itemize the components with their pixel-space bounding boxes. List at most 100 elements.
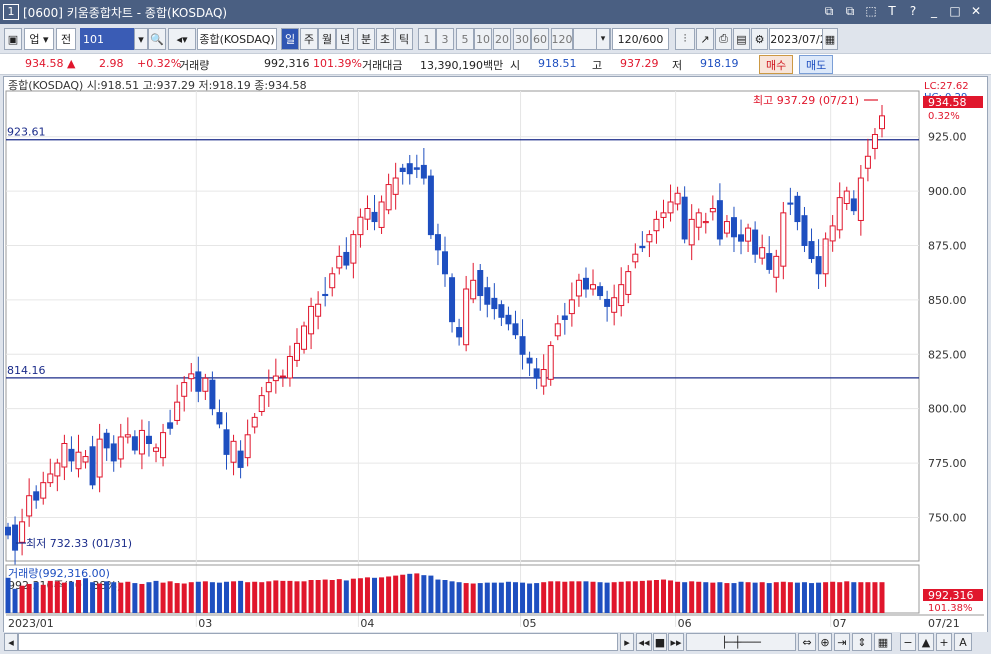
period-button-6[interactable]: 틱 — [395, 28, 413, 50]
copy-window-icon[interactable]: ⧉ — [843, 4, 857, 19]
window-controls: ⧉ ⧉ ⬚ T ? _ □ ✕ — [822, 4, 983, 19]
link-icon[interactable]: ⇔ — [798, 633, 816, 651]
candle-body — [40, 482, 47, 499]
candle-body — [420, 164, 427, 179]
candle-body — [695, 212, 702, 228]
volume-bar — [47, 580, 53, 613]
print-icon[interactable]: ⎙ — [715, 28, 732, 50]
chart-panel[interactable]: 종합(KOSDAQ) 시:918.51 고:937.29 저:918.19 종:… — [3, 76, 988, 633]
candle-body — [801, 215, 808, 246]
period-select[interactable]: 전 — [56, 28, 76, 50]
candle-body — [308, 305, 315, 335]
link-window-icon[interactable]: ⧉ — [822, 4, 836, 19]
prev-icon[interactable]: ◂◂ — [636, 633, 652, 651]
interval-button-1[interactable]: 3 — [436, 28, 454, 50]
volume-bar — [703, 582, 709, 613]
interval-button-6[interactable]: 60 — [531, 28, 549, 50]
candle-body — [632, 253, 639, 263]
period-button-4[interactable]: 분 — [357, 28, 375, 50]
interval-dropdown-icon[interactable]: ▾ — [596, 28, 610, 50]
period-button-3[interactable]: 년 — [336, 28, 354, 50]
buy-button[interactable]: 매수 — [759, 55, 794, 74]
sell-button[interactable]: 매도 — [799, 55, 834, 74]
settings-icon[interactable]: ⚙ — [751, 28, 768, 50]
volume-bar — [520, 582, 526, 613]
next-icon[interactable]: ▸▸ — [668, 633, 684, 651]
volume-bar — [407, 573, 413, 613]
candle-body — [836, 197, 843, 231]
volume-bar — [477, 583, 483, 613]
volume-bar — [372, 577, 378, 613]
volume-bar — [315, 580, 321, 613]
fit-icon[interactable]: A — [954, 633, 972, 651]
candle-body — [456, 327, 463, 338]
close-icon[interactable]: ✕ — [969, 4, 983, 19]
interval-button-0[interactable]: 1 — [418, 28, 436, 50]
volume-bar — [308, 580, 314, 613]
candle-body — [33, 491, 40, 501]
zoom-slider[interactable]: ├─┼─── — [686, 633, 796, 651]
candle-body — [519, 336, 526, 355]
save-icon[interactable]: ▤ — [733, 28, 750, 50]
candle-body — [124, 434, 131, 438]
scroll-track[interactable] — [18, 633, 618, 651]
search-icon[interactable]: 🔍 — [148, 28, 166, 50]
font-icon[interactable]: T — [885, 4, 899, 19]
candle-body — [153, 447, 160, 452]
candle-body — [702, 221, 709, 224]
expand-icon[interactable]: ⇕ — [852, 633, 872, 651]
candle-body — [787, 202, 794, 205]
interval-button-7[interactable]: 120 — [551, 28, 573, 50]
market-select[interactable]: 업 ▾ — [24, 28, 54, 50]
minus-icon[interactable]: − — [900, 633, 916, 651]
layout-icon[interactable]: ▣ — [4, 28, 22, 50]
volume-last-label: 992,316 — [928, 589, 974, 602]
candle-type-icon[interactable]: ⫶ — [675, 28, 695, 50]
scroll-right-icon[interactable]: ▸ — [620, 633, 634, 651]
candle-body — [449, 277, 456, 323]
code-input[interactable]: 101 — [80, 28, 134, 50]
count-input[interactable]: 120/600 — [612, 28, 669, 50]
frame-icon[interactable]: ⬚ — [864, 4, 878, 19]
period-button-1[interactable]: 주 — [300, 28, 318, 50]
interval-button-3[interactable]: 10 — [474, 28, 492, 50]
period-button-2[interactable]: 월 — [318, 28, 336, 50]
candle-body — [674, 192, 681, 205]
plus-icon[interactable]: + — [936, 633, 952, 651]
y-tick-label: 875.00 — [928, 239, 967, 252]
minimize-icon[interactable]: _ — [927, 4, 941, 19]
volume-bar — [555, 581, 561, 613]
interval-button-4[interactable]: 20 — [493, 28, 511, 50]
volume-bar — [216, 582, 222, 613]
volume-bar — [583, 581, 589, 613]
interval-button-2[interactable]: 5 — [456, 28, 474, 50]
candle-body — [293, 342, 300, 361]
volume-bar — [181, 583, 187, 613]
volume-bar — [294, 581, 300, 613]
candle-body — [68, 448, 75, 462]
volume-bar — [639, 580, 645, 613]
scale-icon[interactable]: ▲ — [918, 633, 934, 651]
code-dropdown-icon[interactable]: ▾ — [134, 28, 148, 50]
stop-icon[interactable]: ■ — [653, 633, 667, 651]
candle-body — [604, 298, 611, 307]
help-icon[interactable]: ? — [906, 4, 920, 19]
grid-icon[interactable]: ▦ — [874, 633, 892, 651]
maximize-icon[interactable]: □ — [948, 4, 962, 19]
period-button-0[interactable]: 일 — [281, 28, 299, 50]
candle-body — [160, 432, 167, 459]
candle-body — [745, 227, 752, 242]
sound-icon[interactable]: ◂▾ — [168, 28, 196, 50]
calendar-icon[interactable]: ▦ — [822, 28, 838, 50]
zoom-icon[interactable]: ⊕ — [818, 633, 832, 651]
volume-bar — [604, 582, 610, 613]
candle-body — [223, 429, 230, 455]
period-button-5[interactable]: 초 — [376, 28, 394, 50]
volume-bar — [872, 582, 878, 613]
candlestick-chart[interactable]: 종합(KOSDAQ) 시:918.51 고:937.29 저:918.19 종:… — [4, 77, 989, 634]
interval-button-5[interactable]: 30 — [513, 28, 531, 50]
scroll-left-icon[interactable]: ◂ — [4, 633, 18, 651]
volume-bar — [273, 580, 279, 613]
scroll-end-icon[interactable]: ⇥ — [834, 633, 850, 651]
line-tool-icon[interactable]: ↗ — [696, 28, 714, 50]
